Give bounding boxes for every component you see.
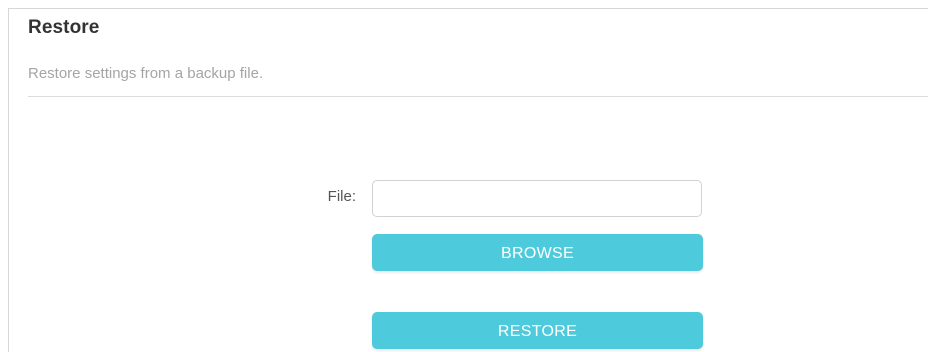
restore-button[interactable]: RESTORE — [372, 312, 703, 349]
browse-button[interactable]: BROWSE — [372, 234, 703, 271]
section-description: Restore settings from a backup file. — [28, 65, 264, 82]
restore-page: Restore Restore settings from a backup f… — [0, 0, 928, 352]
file-label: File: — [327, 188, 356, 205]
section-divider — [28, 96, 928, 97]
section-title: Restore — [28, 17, 100, 38]
file-path-input[interactable] — [372, 180, 702, 217]
